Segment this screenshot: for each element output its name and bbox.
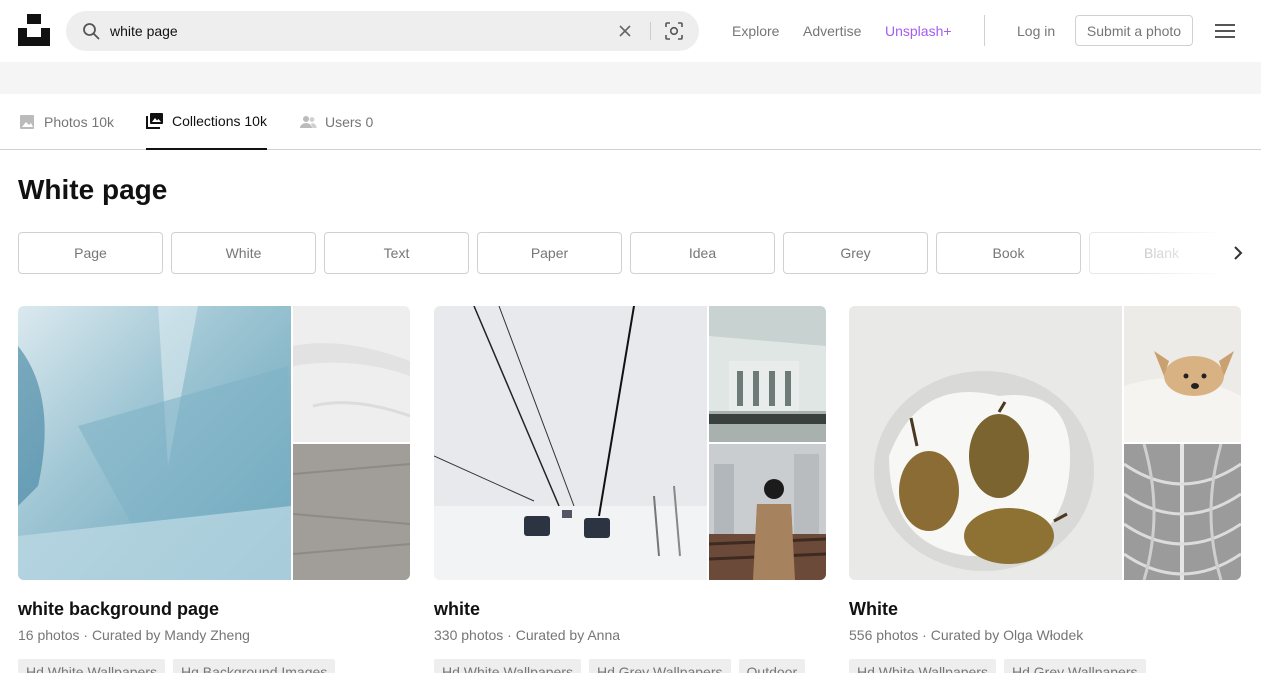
header-divider <box>984 15 985 46</box>
collection-thumb-image <box>293 444 410 580</box>
collection-thumb-image <box>293 306 410 442</box>
collection-tags: Hd White Wallpapers Hd Grey Wallpapers O… <box>434 659 806 673</box>
related-tag-grey[interactable]: Grey <box>783 232 928 274</box>
collection-meta: 330 photos · Curated by Anna <box>434 627 621 643</box>
collection-card[interactable]: white background page 16 photos · Curate… <box>18 306 410 673</box>
collection-tag-chip[interactable]: Hd Grey Wallpapers <box>1003 659 1146 673</box>
collection-title[interactable]: white <box>434 599 480 620</box>
page-title: White page <box>18 174 168 205</box>
nav-explore[interactable]: Explore <box>732 23 779 39</box>
related-tag-paper[interactable]: Paper <box>477 232 622 274</box>
tab-photos[interactable]: Photos 10k <box>18 94 114 150</box>
collection-cover-image <box>18 306 291 580</box>
collection-title[interactable]: White <box>849 599 898 620</box>
collection-tag-chip[interactable]: Hq Background Images <box>172 659 336 673</box>
chevron-right-icon[interactable] <box>1228 243 1248 263</box>
collection-mosaic[interactable] <box>18 306 410 580</box>
related-tag-text[interactable]: Text <box>324 232 469 274</box>
collection-title[interactable]: white background page <box>18 599 219 620</box>
collection-tag-chip[interactable]: Hd White Wallpapers <box>18 659 165 673</box>
nav-advertise[interactable]: Advertise <box>803 23 861 39</box>
collection-thumb-image <box>709 444 826 580</box>
collection-card[interactable]: white 330 photos · Curated by Anna Hd Wh… <box>434 306 826 673</box>
collection-cover-image <box>434 306 707 580</box>
collection-thumb-image <box>1124 306 1241 442</box>
related-tag-idea[interactable]: Idea <box>630 232 775 274</box>
collection-mosaic[interactable] <box>434 306 826 580</box>
collection-mosaic[interactable] <box>849 306 1241 580</box>
collection-cover-image <box>849 306 1122 580</box>
visual-search-icon[interactable] <box>664 21 684 41</box>
tab-users[interactable]: Users 0 <box>299 94 373 150</box>
search-input[interactable] <box>110 11 590 51</box>
collection-tags: Hd White Wallpapers Hq Background Images <box>18 659 336 673</box>
login-link[interactable]: Log in <box>1017 23 1055 39</box>
clear-icon[interactable] <box>617 23 633 39</box>
tab-collections-count: 10k <box>244 113 267 129</box>
collection-tag-chip[interactable]: Outdoor <box>738 659 806 673</box>
top-header: Explore Advertise Unsplash+ Log in Submi… <box>0 0 1261 62</box>
submit-photo-button[interactable]: Submit a photo <box>1075 15 1193 46</box>
unsplash-logo[interactable] <box>18 14 50 46</box>
collection-card[interactable]: White 556 photos · Curated by Olga Włode… <box>849 306 1241 673</box>
related-tag-white[interactable]: White <box>171 232 316 274</box>
tab-photos-count: 10k <box>91 114 115 130</box>
tab-users-count: 0 <box>365 114 374 130</box>
collection-tag-chip[interactable]: Hd Grey Wallpapers <box>588 659 731 673</box>
tab-collections[interactable]: Collections 10k <box>146 94 267 150</box>
collections-icon <box>146 113 163 129</box>
search-bar <box>66 11 699 51</box>
tab-photos-label: Photos <box>44 114 88 130</box>
related-tag-book[interactable]: Book <box>936 232 1081 274</box>
tab-users-label: Users <box>325 114 362 130</box>
collection-tag-chip[interactable]: Hd White Wallpapers <box>849 659 996 673</box>
collection-tags: Hd White Wallpapers Hd Grey Wallpapers <box>849 659 1146 673</box>
nav-unsplash-plus[interactable]: Unsplash+ <box>885 23 952 39</box>
search-separator <box>650 22 651 40</box>
hamburger-menu-icon[interactable] <box>1215 23 1235 39</box>
photo-icon <box>20 115 34 129</box>
collection-meta: 16 photos · Curated by Mandy Zheng <box>18 627 250 643</box>
collection-meta: 556 photos · Curated by Olga Włodek <box>849 627 1084 643</box>
tab-collections-label: Collections <box>172 113 241 129</box>
users-icon <box>300 116 317 128</box>
search-icon[interactable] <box>82 22 100 40</box>
promo-banner <box>0 62 1261 94</box>
related-tag-page[interactable]: Page <box>18 232 163 274</box>
search-result-tabs: Photos 10k Collections 10k Users 0 <box>0 94 1261 150</box>
collection-thumb-image <box>1124 444 1241 580</box>
collection-thumb-image <box>709 306 826 442</box>
collection-tag-chip[interactable]: Hd White Wallpapers <box>434 659 581 673</box>
